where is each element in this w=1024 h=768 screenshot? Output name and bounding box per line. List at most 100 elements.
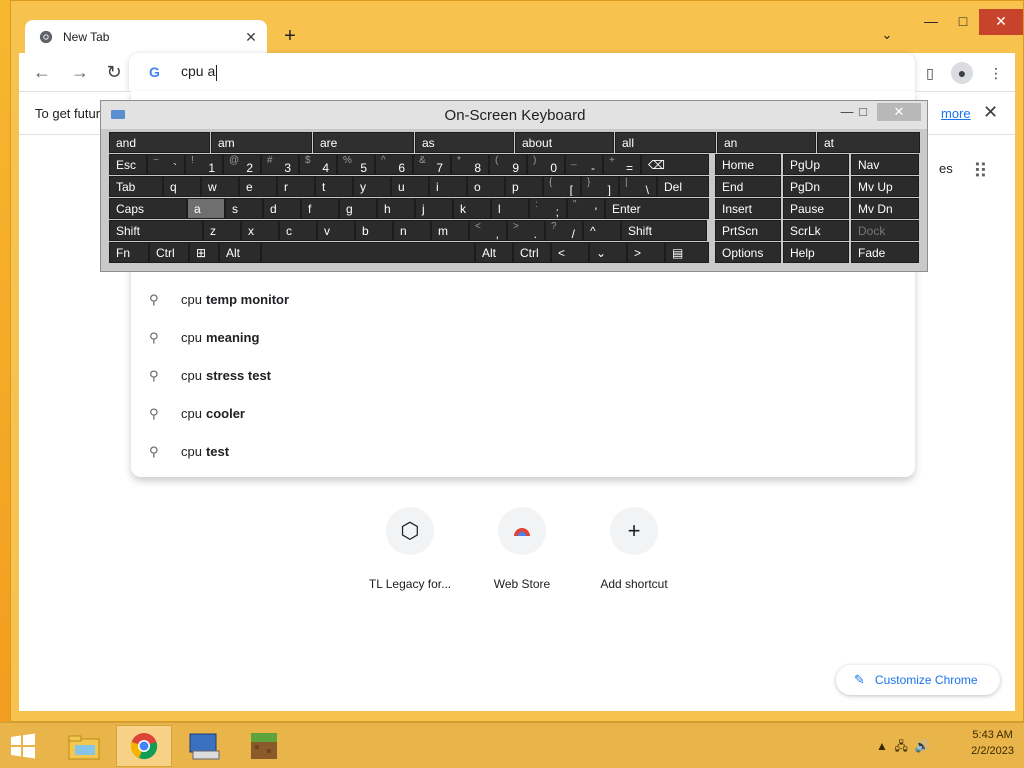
key-[[interactable]: {[ bbox=[543, 176, 581, 197]
prediction-are[interactable]: are bbox=[313, 132, 414, 153]
tab-search-icon[interactable]: ⌄ bbox=[877, 27, 897, 47]
maximize-button[interactable]: □ bbox=[947, 9, 979, 35]
key-b[interactable]: b bbox=[355, 220, 393, 241]
suggestion-item[interactable]: ⚲ cpu cooler bbox=[131, 394, 915, 432]
key-windows[interactable]: ⊞ bbox=[189, 242, 219, 263]
key-i[interactable]: i bbox=[429, 176, 467, 197]
key-0[interactable]: ) 0 bbox=[527, 154, 565, 175]
suggestion-item[interactable]: ⚲ cpu meaning bbox=[131, 318, 915, 356]
key-backspace[interactable]: ⌫ bbox=[641, 154, 709, 175]
key-home[interactable]: Home bbox=[715, 154, 781, 175]
prediction-about[interactable]: about bbox=[515, 132, 614, 153]
key-h[interactable]: h bbox=[377, 198, 415, 219]
key-ctrl-right[interactable]: Ctrl bbox=[513, 242, 551, 263]
prediction-all[interactable]: all bbox=[615, 132, 716, 153]
shortcut-web-store[interactable]: Web Store bbox=[467, 507, 577, 591]
key-mv-dn[interactable]: Mv Dn bbox=[851, 198, 919, 219]
key-v[interactable]: v bbox=[317, 220, 355, 241]
key-n[interactable]: n bbox=[393, 220, 431, 241]
shortcut-add[interactable]: + Add shortcut bbox=[579, 507, 689, 591]
key-y[interactable]: y bbox=[353, 176, 391, 197]
key-p[interactable]: p bbox=[505, 176, 543, 197]
key-del[interactable]: Del bbox=[657, 176, 709, 197]
key-,[interactable]: <, bbox=[469, 220, 507, 241]
key--[interactable]: _ - bbox=[565, 154, 603, 175]
suggestion-item[interactable]: ⚲ cpu stress test bbox=[131, 356, 915, 394]
forward-arrow-icon[interactable]: → bbox=[69, 61, 91, 83]
key-8[interactable]: * 8 bbox=[451, 154, 489, 175]
key-space[interactable] bbox=[261, 242, 475, 263]
key-down-arrow[interactable]: ⌄ bbox=[589, 242, 627, 263]
key-menu[interactable]: ▤ bbox=[665, 242, 709, 263]
key-a[interactable]: a bbox=[187, 198, 225, 219]
key-k[interactable]: k bbox=[453, 198, 491, 219]
key-pause[interactable]: Pause bbox=[783, 198, 849, 219]
key-3[interactable]: #3 bbox=[261, 154, 299, 175]
key-nav[interactable]: Nav bbox=[851, 154, 919, 175]
key-1[interactable]: ! 1 bbox=[185, 154, 223, 175]
key-ctrl-left[interactable]: Ctrl bbox=[149, 242, 189, 263]
key-esc[interactable]: Esc bbox=[109, 154, 147, 175]
suggestion-item[interactable]: ⚲ cpu temp monitor bbox=[131, 280, 915, 318]
key-4[interactable]: $4 bbox=[299, 154, 337, 175]
key-end[interactable]: End bbox=[715, 176, 781, 197]
key-caps[interactable]: Caps bbox=[109, 198, 187, 219]
key-g[interactable]: g bbox=[339, 198, 377, 219]
key-q[interactable]: q bbox=[163, 176, 201, 197]
file-explorer-taskbar-button[interactable] bbox=[56, 725, 112, 767]
key-\[interactable]: | \ bbox=[619, 176, 657, 197]
key-right-arrow[interactable]: > bbox=[627, 242, 665, 263]
on-screen-keyboard-taskbar-button[interactable] bbox=[176, 725, 232, 767]
key-fn[interactable]: Fn bbox=[109, 242, 149, 263]
key-e[interactable]: e bbox=[239, 176, 277, 197]
key-shift-left[interactable]: Shift bbox=[109, 220, 203, 241]
info-bar-link[interactable]: more bbox=[941, 106, 971, 121]
key-shift-right[interactable]: Shift bbox=[621, 220, 707, 241]
shortcut-tl-legacy[interactable]: ⬡ TL Legacy for... bbox=[355, 507, 465, 591]
key-options[interactable]: Options bbox=[715, 242, 781, 263]
minimize-button[interactable]: — bbox=[915, 9, 947, 35]
key-c[interactable]: c bbox=[279, 220, 317, 241]
key-left-arrow[interactable]: < bbox=[551, 242, 589, 263]
key-u[interactable]: u bbox=[391, 176, 429, 197]
reload-icon[interactable]: ↻ bbox=[103, 61, 125, 83]
osk-close-button[interactable]: ✕ bbox=[877, 103, 921, 121]
key-pgup[interactable]: PgUp bbox=[783, 154, 849, 175]
key-w[interactable]: w bbox=[201, 176, 239, 197]
address-bar[interactable]: G cpu a bbox=[129, 53, 915, 91]
key-=[interactable]: + = bbox=[603, 154, 641, 175]
key-9[interactable]: (9 bbox=[489, 154, 527, 175]
key-/[interactable]: ? / bbox=[545, 220, 583, 241]
key-tab[interactable]: Tab bbox=[109, 176, 163, 197]
prediction-an[interactable]: an bbox=[717, 132, 816, 153]
key-alt-right[interactable]: Alt bbox=[475, 242, 513, 263]
key-.[interactable]: >. bbox=[507, 220, 545, 241]
osk-title-bar[interactable]: On-Screen Keyboard — □ ✕ bbox=[101, 101, 927, 129]
key-o[interactable]: o bbox=[467, 176, 505, 197]
key-][interactable]: }] bbox=[581, 176, 619, 197]
key-scrlk[interactable]: ScrLk bbox=[783, 220, 849, 241]
windows-start-icon[interactable] bbox=[10, 733, 36, 759]
system-tray-icons[interactable]: ▲ 🖧 🔊 bbox=[876, 737, 930, 758]
key-prtscn[interactable]: PrtScn bbox=[715, 220, 781, 241]
prediction-and[interactable]: and bbox=[109, 132, 210, 153]
key-2[interactable]: @2 bbox=[223, 154, 261, 175]
minecraft-taskbar-button[interactable] bbox=[236, 725, 292, 767]
prediction-as[interactable]: as bbox=[415, 132, 514, 153]
info-bar-close-icon[interactable]: ✕ bbox=[983, 102, 998, 123]
key-dock[interactable]: Dock bbox=[851, 220, 919, 241]
suggestion-item[interactable]: ⚲ cpu test bbox=[131, 432, 915, 470]
key-j[interactable]: j bbox=[415, 198, 453, 219]
key-5[interactable]: % 5 bbox=[337, 154, 375, 175]
key-6[interactable]: ^ 6 bbox=[375, 154, 413, 175]
key-enter[interactable]: Enter bbox=[605, 198, 709, 219]
key-mv-up[interactable]: Mv Up bbox=[851, 176, 919, 197]
address-bar-text[interactable]: cpu a bbox=[181, 63, 218, 81]
key-m[interactable]: m bbox=[431, 220, 469, 241]
key-x[interactable]: x bbox=[241, 220, 279, 241]
key-s[interactable]: s bbox=[225, 198, 263, 219]
tab-new-tab[interactable]: New Tab ✕ bbox=[25, 20, 267, 54]
key-;[interactable]: :; bbox=[529, 198, 567, 219]
prediction-at[interactable]: at bbox=[817, 132, 920, 153]
new-tab-button[interactable]: + bbox=[279, 25, 301, 47]
